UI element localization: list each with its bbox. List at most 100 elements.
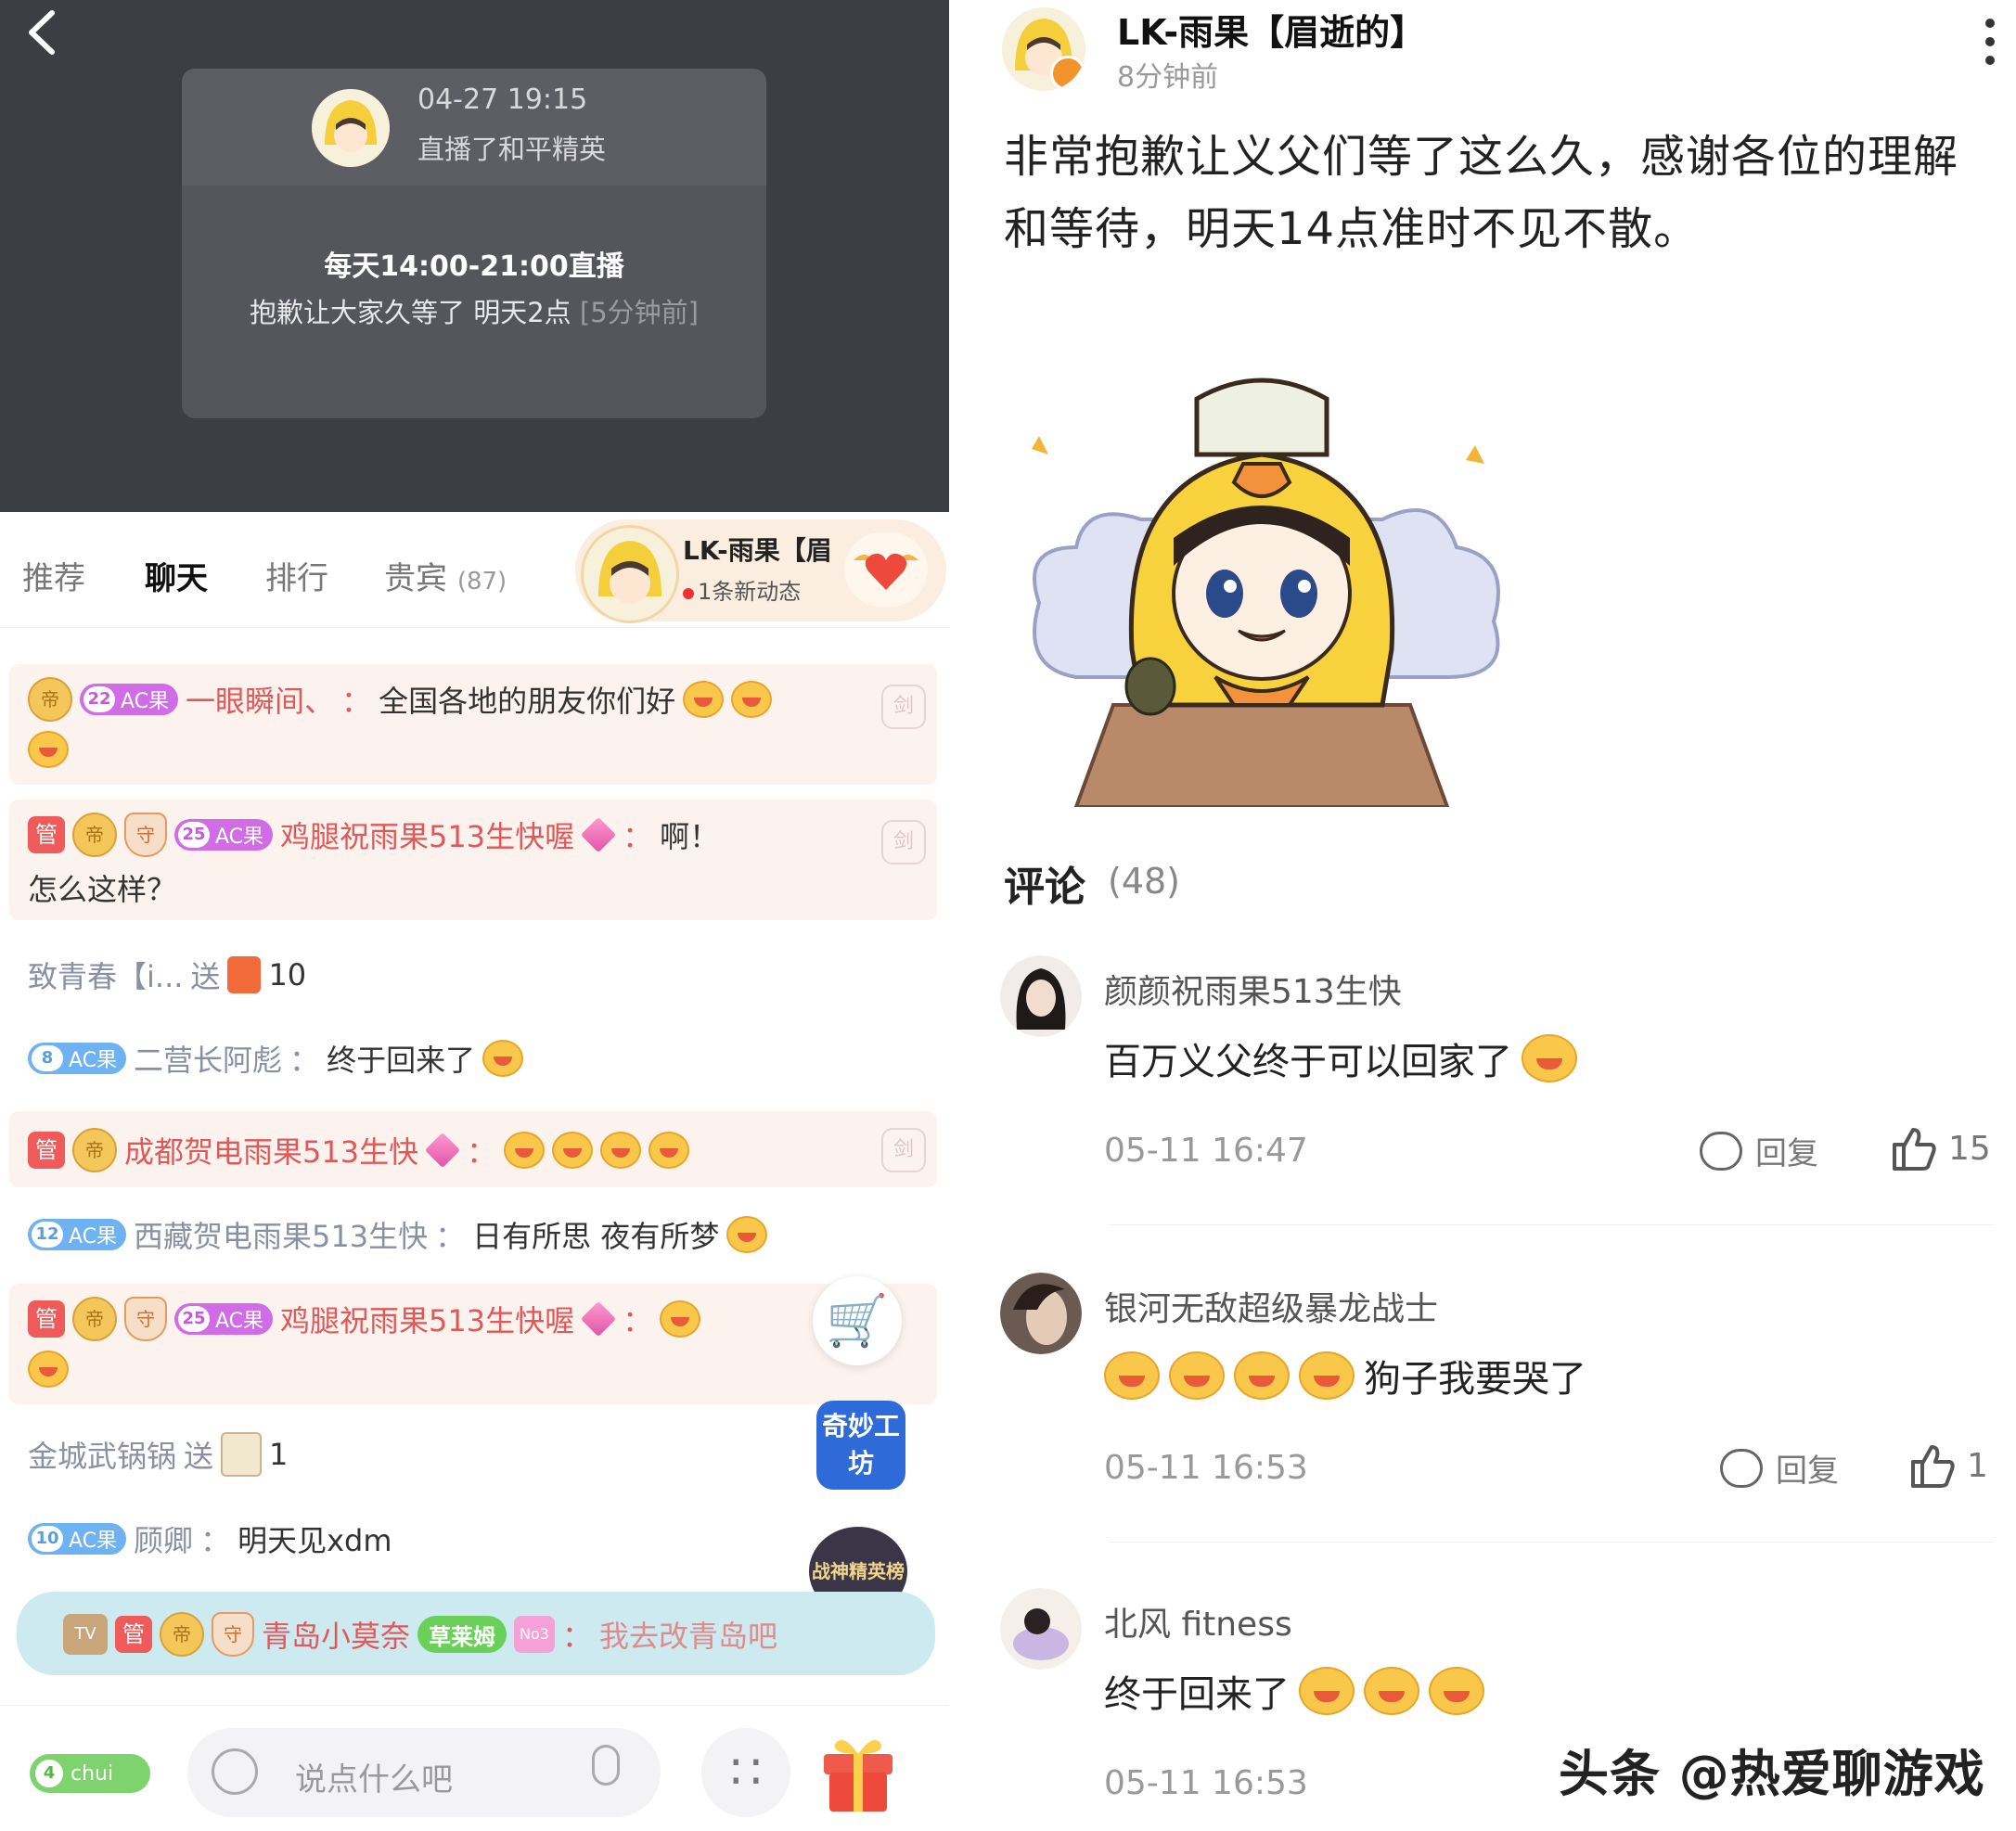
gift-amount: 10 xyxy=(268,957,307,992)
commenter-name[interactable]: 银河无敌超级暴龙战士 xyxy=(1104,1282,1438,1330)
chat-input[interactable]: 说点什么吧 xyxy=(187,1728,661,1817)
tab-vip[interactable]: 贵宾 (87) xyxy=(384,553,507,598)
fan-level: 10 xyxy=(32,1526,63,1552)
separator: ： xyxy=(341,684,372,719)
separator: ： xyxy=(562,1619,593,1654)
like-button[interactable]: 15 xyxy=(1891,1126,1991,1171)
commenter-avatar[interactable] xyxy=(1000,1273,1082,1354)
fan-badge-label: AC果 xyxy=(69,1225,118,1248)
live-room-panel: 04-27 19:15 直播了和平精英 每天14:00-21:00直播 抱歉让大… xyxy=(0,0,949,1831)
fan-badge-label: AC果 xyxy=(215,1310,264,1333)
sender-name[interactable]: 致青春【i... xyxy=(28,954,183,996)
message-text: 日有所思 夜有所梦 xyxy=(472,1219,720,1254)
comment-line: 终于回来了 xyxy=(1104,1664,1484,1718)
message-text: 终于回来了 xyxy=(327,1043,476,1078)
guard-shield-icon: 守 xyxy=(212,1612,254,1657)
message-text: 全国各地的朋友你们好 xyxy=(379,684,676,719)
thumbs-up-icon xyxy=(1893,1128,1936,1171)
sender-name[interactable]: 一眼瞬间、 xyxy=(186,678,334,721)
message-line: 金城武锅锅 送 1 xyxy=(28,1432,288,1477)
offline-notice-card: 04-27 19:15 直播了和平精英 每天14:00-21:00直播 抱歉让大… xyxy=(182,69,766,418)
gift-action: 送 xyxy=(190,959,221,994)
gift-card-icon xyxy=(221,1432,263,1477)
shopping-cart-button[interactable]: 🛒 xyxy=(813,1276,902,1365)
watermark: 头条 @热爱聊游戏 xyxy=(1559,1745,1985,1803)
sender-name[interactable]: 鸡腿祝雨果513生快喔 xyxy=(280,1298,574,1340)
comments-count: (48) xyxy=(1108,861,1181,902)
emoji-smile-icon[interactable] xyxy=(212,1748,258,1795)
separator: ： xyxy=(623,1303,653,1338)
message-text: 啊！ xyxy=(660,819,720,854)
tab-chat[interactable]: 聊天 xyxy=(145,553,208,598)
streamer-avatar xyxy=(312,89,390,167)
commenter-name[interactable]: 颜颜祝雨果513生快 xyxy=(1104,965,1402,1013)
reply-button[interactable]: 回复 xyxy=(1700,1128,1818,1173)
fan-badge: 12 AC果 xyxy=(28,1219,127,1250)
post-time: 8分钟前 xyxy=(1117,61,1219,94)
fan-level: 25 xyxy=(178,822,210,848)
reply-label: 回复 xyxy=(1776,1453,1839,1490)
tab-recommend[interactable]: 推荐 xyxy=(22,553,85,598)
gift-icon[interactable] xyxy=(818,1726,898,1815)
workshop-entry[interactable]: 奇妙工坊 xyxy=(816,1401,905,1490)
more-options-icon[interactable] xyxy=(1985,19,1997,83)
thumbs-up-icon xyxy=(1911,1445,1955,1488)
noble-badge-icon: 帝 xyxy=(72,1128,117,1172)
diamond-icon xyxy=(581,1300,617,1338)
microphone-icon[interactable] xyxy=(592,1745,620,1786)
sender-name[interactable]: 西藏贺电雨果513生快 xyxy=(134,1213,428,1256)
commenter-avatar[interactable] xyxy=(1000,955,1082,1037)
separator: ： xyxy=(623,819,653,854)
vip-entry-bar: TV 管 帝 守 青岛小莫奈 草莱姆 No3 ： 我去改青岛吧 xyxy=(17,1592,935,1675)
reply-button[interactable]: 回复 xyxy=(1720,1445,1839,1491)
streamer-card[interactable]: LK-雨果【眉 1条新动态 xyxy=(575,519,946,623)
comment-divider xyxy=(1110,1542,1993,1543)
fan-badge-label: AC果 xyxy=(69,1530,118,1553)
crying-emoji-icon xyxy=(482,1040,524,1077)
diamond-icon xyxy=(581,816,617,853)
gift-message: 金城武锅锅 送 1 xyxy=(9,1425,937,1480)
verified-badge-icon xyxy=(1050,56,1085,91)
sender-name[interactable]: 顾卿 xyxy=(134,1517,193,1560)
comment-divider xyxy=(1110,1224,1993,1225)
admin-badge: 管 xyxy=(28,1300,65,1338)
chat-message: 12 AC果 西藏贺电雨果513生快 ： 日有所思 夜有所梦 xyxy=(9,1206,937,1261)
crying-emoji-icon xyxy=(28,1351,69,1388)
sword-icon: 剑 xyxy=(881,820,926,864)
laugh-emoji-icon xyxy=(683,681,725,718)
video-area[interactable]: 04-27 19:15 直播了和平精英 每天14:00-21:00直播 抱歉让大… xyxy=(0,0,949,512)
tab-ranking[interactable]: 排行 xyxy=(265,553,328,598)
chat-message: 管 帝 守 25 AC果 鸡腿祝雨果513生快喔 ： 啊！ 怎么这样？ 剑 xyxy=(9,800,937,920)
sender-name[interactable]: 二营长阿彪 xyxy=(134,1037,282,1080)
comment-time: 05-11 16:53 xyxy=(1104,1764,1308,1802)
separator: ： xyxy=(435,1219,466,1254)
sword-icon: 剑 xyxy=(881,1128,926,1172)
gift-amount: 1 xyxy=(269,1437,289,1472)
fan-level: 12 xyxy=(32,1222,63,1248)
commenter-avatar[interactable] xyxy=(1000,1588,1082,1670)
like-button[interactable]: 1 xyxy=(1909,1443,1988,1488)
apology-message: 抱歉让大家久等了 明天2点 xyxy=(250,297,571,328)
sender-name[interactable]: 金城武锅锅 xyxy=(28,1433,176,1476)
gift-message: 致青春【i... 送 10 xyxy=(9,946,937,1002)
fan-level: 8 xyxy=(32,1045,63,1071)
vip-count: (87) xyxy=(456,568,507,595)
chat-message: 8 AC果 二营长阿彪 ： 终于回来了 xyxy=(9,1030,937,1085)
streamer-name: LK-雨果【眉 xyxy=(683,535,832,566)
back-arrow-icon[interactable] xyxy=(20,7,67,58)
admin-badge: 管 xyxy=(115,1616,152,1653)
more-grid-button[interactable]: ∷ xyxy=(701,1728,790,1817)
reply-icon xyxy=(1720,1448,1763,1488)
author-avatar[interactable] xyxy=(1002,7,1085,91)
apology-time: [5分钟前] xyxy=(579,297,699,328)
message-line: 12 AC果 西藏贺电雨果513生快 ： 日有所思 夜有所梦 xyxy=(28,1213,768,1256)
follow-heart-button[interactable] xyxy=(844,532,928,607)
sender-name[interactable]: 成都贺电雨果513生快 xyxy=(124,1129,418,1172)
crying-emoji-icon xyxy=(1104,1351,1160,1400)
author-name[interactable]: LK-雨果【眉逝的】 xyxy=(1117,4,1425,55)
chat-message: 10 AC果 顾卿 ： 明天见xdm xyxy=(9,1510,937,1566)
commenter-name[interactable]: 北风 fitness xyxy=(1104,1597,1292,1645)
diamond-icon xyxy=(425,1132,461,1169)
sender-name[interactable]: 鸡腿祝雨果513生快喔 xyxy=(280,813,574,856)
sender-name[interactable]: 青岛小莫奈 xyxy=(262,1613,410,1656)
